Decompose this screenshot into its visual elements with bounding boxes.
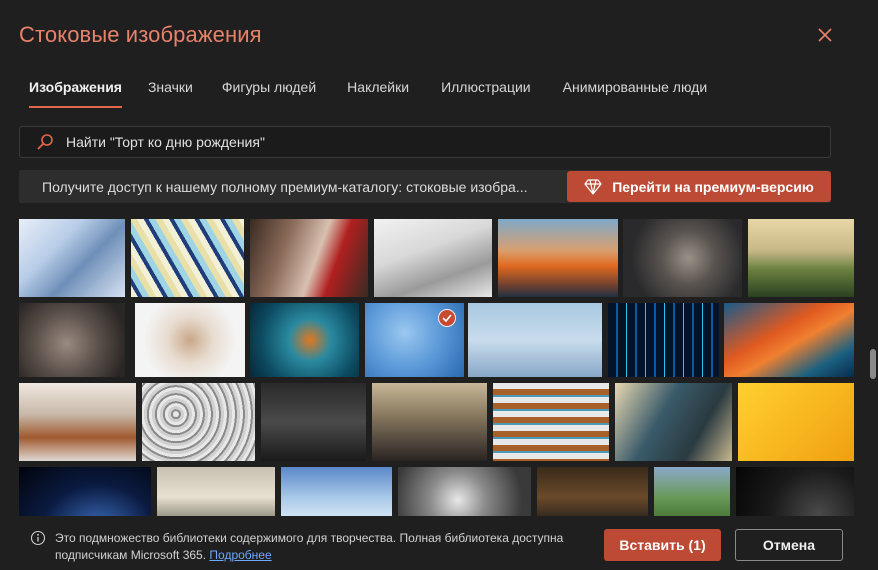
image-thumbnail[interactable] (748, 219, 854, 297)
diamond-icon (584, 178, 602, 195)
image-thumbnail[interactable] (736, 467, 854, 516)
image-thumbnail[interactable] (468, 303, 602, 377)
search-icon (37, 134, 53, 150)
cancel-button[interactable]: Отмена (735, 529, 843, 561)
tab-bar: Изображения Значки Фигуры людей Наклейки… (19, 76, 717, 108)
image-thumbnail[interactable] (135, 303, 245, 377)
image-thumbnail[interactable] (398, 467, 531, 516)
image-thumbnail[interactable] (365, 303, 464, 377)
tab-stickers[interactable]: Наклейки (337, 76, 419, 108)
premium-banner-text: Получите доступ к нашему полному премиум… (42, 179, 528, 195)
image-thumbnail[interactable] (261, 383, 366, 461)
info-icon (30, 530, 46, 546)
dialog-title: Стоковые изображения (19, 22, 262, 47)
scrollbar[interactable] (868, 219, 876, 516)
image-thumbnail[interactable] (250, 219, 368, 297)
tab-animated-people[interactable]: Анимированные люди (553, 76, 718, 108)
image-thumbnail[interactable] (623, 219, 742, 297)
scrollbar-thumb[interactable] (870, 349, 876, 379)
image-thumbnail[interactable] (19, 383, 136, 461)
selected-check-icon (438, 309, 456, 327)
tab-icons[interactable]: Значки (138, 76, 203, 108)
image-thumbnail[interactable] (372, 383, 487, 461)
premium-banner: Получите доступ к нашему полному премиум… (19, 170, 831, 203)
library-info-text: Это подмножество библиотеки содержимого … (55, 530, 575, 564)
image-thumbnail[interactable] (374, 219, 492, 297)
image-thumbnail[interactable] (142, 383, 255, 461)
image-thumbnail[interactable] (19, 467, 151, 516)
insert-button[interactable]: Вставить (1) (604, 529, 721, 561)
tab-people-figures[interactable]: Фигуры людей (212, 76, 326, 108)
image-thumbnail[interactable] (493, 383, 609, 461)
image-thumbnail[interactable] (654, 467, 730, 516)
search-input[interactable]: Найти "Торт ко дню рождения" (66, 134, 265, 150)
image-thumbnail[interactable] (19, 303, 125, 377)
image-thumbnail[interactable] (724, 303, 854, 377)
image-thumbnail[interactable] (19, 219, 125, 297)
dialog-footer: Это подмножество библиотеки содержимого … (0, 516, 878, 570)
image-thumbnail[interactable] (131, 219, 244, 297)
stock-images-dialog: Стоковые изображения Изображения Значки … (0, 0, 878, 570)
go-premium-label: Перейти на премиум-версию (612, 178, 814, 195)
search-field[interactable]: Найти "Торт ко дню рождения" (19, 126, 831, 158)
image-thumbnail[interactable] (498, 219, 618, 297)
image-thumbnail[interactable] (738, 383, 854, 461)
close-icon[interactable] (814, 24, 836, 46)
image-thumbnail[interactable] (281, 467, 392, 516)
image-grid (19, 219, 856, 516)
image-thumbnail[interactable] (537, 467, 648, 516)
image-thumbnail[interactable] (608, 303, 719, 377)
tab-illustrations[interactable]: Иллюстрации (431, 76, 541, 108)
tab-images[interactable]: Изображения (19, 76, 132, 108)
image-thumbnail[interactable] (615, 383, 732, 461)
library-info-message: Это подмножество библиотеки содержимого … (55, 531, 564, 562)
learn-more-link[interactable]: Подробнее (209, 548, 271, 562)
image-thumbnail[interactable] (250, 303, 359, 377)
image-thumbnail[interactable] (157, 467, 275, 516)
go-premium-button[interactable]: Перейти на премиум-версию (567, 171, 831, 202)
